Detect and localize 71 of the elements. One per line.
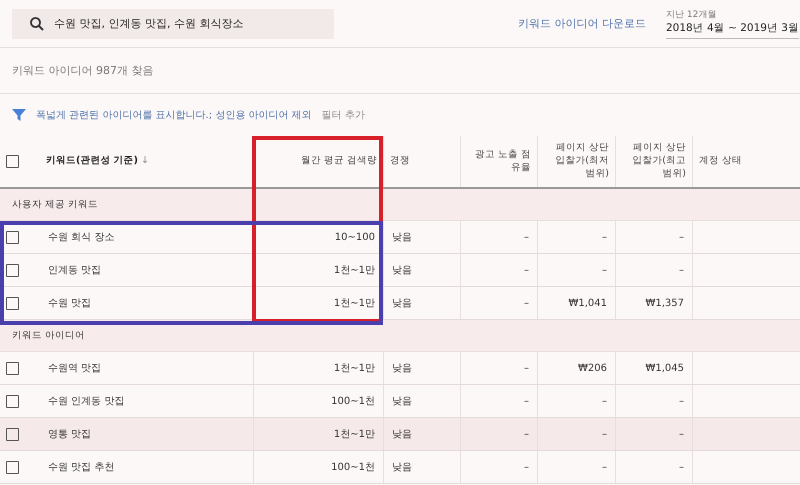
- search-field[interactable]: 수원 맛집, 인계동 맛집, 수원 회식장소: [12, 8, 334, 38]
- filter-icon[interactable]: [12, 108, 26, 122]
- table-cell-text: 낮음: [392, 264, 412, 277]
- search-icon: [28, 14, 46, 32]
- group-title: 키워드 아이디어: [12, 329, 86, 342]
- table-cell: –: [602, 462, 607, 472]
- table-cell: –: [679, 264, 684, 276]
- table-cell-text: 낮음: [392, 395, 412, 408]
- table-row[interactable]: 수원 인계동 맛집 100~1천 낮음 – – –: [0, 385, 800, 418]
- table-cell: –: [524, 396, 529, 406]
- table-cell: 10~100: [334, 232, 375, 242]
- table-cell-text: 100~1천: [331, 461, 375, 474]
- filter-text[interactable]: 폭넓게 관련된 아이디어를 표시합니다.; 성인용 아이디어 제외: [36, 108, 312, 122]
- select-all-checkbox[interactable]: [6, 155, 19, 168]
- keyword-cell-text: 수원역 맛집: [48, 362, 102, 375]
- table-cell: –: [602, 264, 607, 276]
- table-cell: –: [602, 232, 607, 242]
- table-cell: –: [524, 428, 529, 440]
- row-checkbox[interactable]: [6, 460, 19, 474]
- row-checkbox[interactable]: [6, 394, 19, 408]
- table-cell-text: 낮음: [392, 231, 412, 244]
- table-cell: –: [679, 428, 684, 440]
- table-cell: –: [524, 462, 529, 472]
- row-checkbox[interactable]: [6, 264, 19, 276]
- keyword-cell-text: 인계동 맛집: [48, 264, 102, 277]
- keyword-cell-text: 수원 맛집: [48, 297, 92, 310]
- table-cell-text: 낮음: [392, 362, 412, 375]
- keyword-cell-text: 수원 인계동 맛집: [48, 395, 124, 408]
- table-cell-text: 1천~1만: [334, 264, 375, 277]
- date-range-dropdown[interactable]: 지난 12개월 2018년 4월 ~ 2019년 3월: [666, 8, 799, 39]
- table-cell-text: 1천~1만: [334, 297, 375, 310]
- row-checkbox[interactable]: [6, 230, 19, 244]
- table-cell: –: [524, 362, 529, 374]
- table-cell: –: [679, 232, 684, 242]
- table-cell-text: 1천~1만: [334, 428, 375, 441]
- table-cell: ₩1,041: [568, 298, 607, 308]
- table-cell: –: [524, 298, 529, 308]
- column-header[interactable]: 페이지 상단 입찰가(최고 범위): [622, 142, 686, 181]
- table-cell: –: [679, 396, 684, 406]
- table-cell-text: 1천~1만: [334, 362, 375, 375]
- table-cell: –: [524, 264, 529, 276]
- table-cell: ₩206: [578, 362, 607, 374]
- table-cell: –: [524, 232, 529, 242]
- table-cell: –: [602, 428, 607, 440]
- download-link[interactable]: 키워드 아이디어 다운로드: [518, 16, 646, 31]
- table-row[interactable]: 수원역 맛집 1천~1만 낮음 – ₩206 ₩1,045: [0, 352, 800, 385]
- keyword-cell-text: 수원 회식 장소: [48, 231, 114, 244]
- table-cell: –: [679, 462, 684, 472]
- table-cell-text: 낮음: [392, 297, 412, 310]
- table-cell: –: [602, 396, 607, 406]
- column-header[interactable]: 계정 상태: [699, 155, 742, 168]
- sort-arrow[interactable]: ↓: [141, 155, 149, 168]
- row-checkbox[interactable]: [6, 296, 19, 310]
- table-cell-text: 낮음: [392, 428, 412, 441]
- column-header[interactable]: 월간 평균 검색량: [300, 155, 377, 168]
- row-checkbox[interactable]: [6, 428, 19, 440]
- result-count: 키워드 아이디어 987개 찾음: [0, 48, 800, 94]
- table-row[interactable]: 영통 맛집 1천~1만 낮음 – – –: [0, 418, 800, 451]
- group-title: 사용자 제공 키워드: [12, 198, 98, 211]
- row-checkbox[interactable]: [6, 362, 19, 374]
- table-cell-text: 낮음: [392, 461, 412, 474]
- table-cell-text: 100~1천: [331, 395, 375, 408]
- column-header[interactable]: 키워드(관련성 기준): [46, 155, 138, 168]
- table-cell: ₩1,357: [645, 298, 684, 308]
- keyword-cell-text: 영통 맛집: [48, 428, 92, 441]
- table-row[interactable]: 수원 맛집 추천 100~1천 낮음 – – –: [0, 451, 800, 484]
- keyword-cell-text: 수원 맛집 추천: [48, 461, 114, 474]
- column-header[interactable]: 페이지 상단 입찰가(최저 범위): [544, 142, 609, 181]
- column-header[interactable]: 경쟁: [390, 155, 410, 168]
- table-cell: ₩1,045: [645, 362, 684, 374]
- column-header[interactable]: 광고 노출 점유율: [467, 148, 531, 174]
